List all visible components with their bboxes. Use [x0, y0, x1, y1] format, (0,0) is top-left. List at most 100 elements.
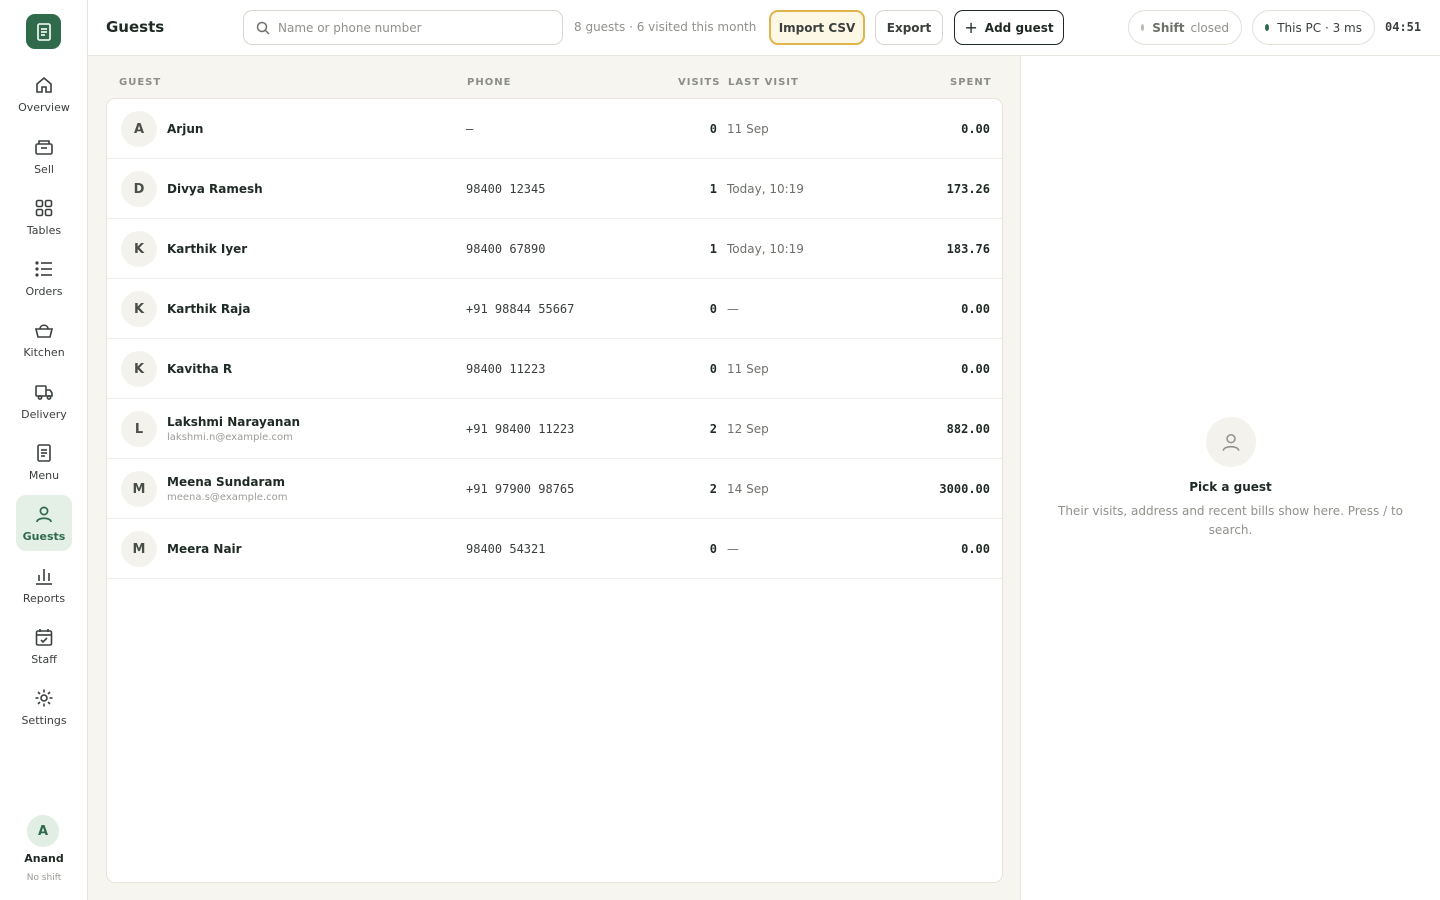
guest-summary: 8 guests · 6 visited this month [574, 20, 757, 34]
sidebar-item-delivery[interactable]: Delivery [16, 373, 72, 429]
sidebar-item-label: Delivery [21, 408, 67, 421]
sidebar-item-sell[interactable]: Sell [16, 128, 72, 184]
sidebar-item-staff[interactable]: Staff [16, 618, 72, 674]
column-header-guest[interactable]: GUEST [119, 77, 161, 88]
table-row[interactable]: A Arjun – 0 11 Sep 0.00 [107, 99, 1002, 159]
status-dot-icon [1141, 24, 1145, 31]
shift-status-pill[interactable]: Shift closed [1128, 10, 1242, 45]
sidebar-item-reports[interactable]: Reports [16, 557, 72, 613]
guest-visits: 0 [709, 302, 717, 316]
guest-spent: 0.00 [961, 362, 990, 376]
avatar[interactable]: A [27, 815, 59, 847]
grid-icon [33, 197, 55, 219]
guest-spent: 0.00 [961, 122, 990, 136]
guest-detail-panel: Pick a guest Their visits, address and r… [1021, 56, 1440, 900]
menu-document-icon [33, 442, 55, 464]
sidebar-item-label: Staff [31, 653, 57, 666]
guest-visits: 1 [709, 242, 717, 256]
search-input[interactable] [278, 20, 548, 35]
guest-name: Divya Ramesh [167, 182, 263, 196]
add-guest-button[interactable]: + Add guest [954, 10, 1064, 45]
guest-list-panel: GUEST PHONE VISITS LAST VISIT SPENT A Arj… [88, 56, 1021, 900]
bar-chart-icon [33, 565, 55, 587]
sidebar-item-menu[interactable]: Menu [16, 434, 72, 490]
column-header-spent[interactable]: SPENT [950, 77, 992, 88]
sidebar-item-overview[interactable]: Overview [16, 66, 72, 122]
empty-state-title: Pick a guest [1189, 480, 1272, 494]
column-header-last-visit[interactable]: LAST VISIT [728, 77, 799, 88]
sidebar-item-guests[interactable]: Guests [16, 495, 72, 551]
column-header-phone[interactable]: PHONE [467, 77, 511, 88]
guest-last-visit: — [727, 302, 739, 316]
basket-icon [33, 319, 55, 341]
table-row[interactable]: K Karthik Raja +91 98844 55667 0 — 0.00 [107, 279, 1002, 339]
import-csv-button[interactable]: Import CSV [769, 10, 865, 45]
guest-visits: 0 [709, 362, 717, 376]
sidebar: Overview Sell Tables Orders Kitchen Deli… [0, 0, 88, 900]
export-button[interactable]: Export [875, 10, 943, 45]
sidebar-item-label: Settings [21, 714, 67, 727]
delivery-truck-icon [33, 381, 55, 403]
guest-visits: 1 [709, 182, 717, 196]
receipt-icon [36, 22, 51, 41]
guest-avatar: D [121, 171, 157, 207]
guest-avatar: K [121, 351, 157, 387]
table-row[interactable]: K Kavitha R 98400 11223 0 11 Sep 0.00 [107, 339, 1002, 399]
user-icon [1206, 417, 1256, 467]
guest-name: Karthik Iyer [167, 242, 248, 256]
top-bar: Guests 8 guests · 6 visited this month I… [88, 0, 1440, 56]
guest-phone: 98400 67890 [466, 242, 546, 256]
empty-state-text: Their visits, address and recent bills s… [1058, 504, 1403, 537]
connection-status-pill[interactable]: This PC · 3 ms [1252, 10, 1375, 45]
plus-icon: + [964, 18, 978, 37]
sidebar-item-orders[interactable]: Orders [16, 250, 72, 306]
table-row[interactable]: K Karthik Iyer 98400 67890 1 Today, 10:19 183… [107, 219, 1002, 279]
app-logo[interactable] [26, 14, 61, 49]
guest-phone: 98400 12345 [466, 182, 546, 196]
status-dot-icon [1265, 24, 1270, 31]
guest-spent: 3000.00 [939, 482, 990, 496]
guest-spent: 173.26 [946, 182, 990, 196]
sidebar-item-label: Guests [22, 530, 66, 543]
table-row[interactable]: D Divya Ramesh 98400 12345 1 Today, 10:19 173… [107, 159, 1002, 219]
guest-phone: 98400 11223 [466, 362, 546, 376]
sidebar-item-label: Menu [28, 469, 60, 482]
sidebar-item-label: Tables [26, 224, 62, 237]
guest-last-visit: 12 Sep [727, 422, 769, 436]
table-row[interactable]: M Meena Sundaram meena.s@example.com +91 97… [107, 459, 1002, 519]
sidebar-item-label: Overview [18, 101, 70, 114]
shift-label: Shift [1152, 20, 1185, 35]
guest-last-visit: 11 Sep [727, 122, 769, 136]
guest-avatar: A [121, 111, 157, 147]
guest-name: Meena Sundaram [167, 475, 285, 489]
sidebar-item-kitchen[interactable]: Kitchen [16, 311, 72, 367]
guest-name: Kavitha R [167, 362, 233, 376]
sidebar-item-label: Reports [22, 592, 66, 605]
guest-name: Lakshmi Narayanan [167, 415, 301, 429]
guest-visits: 2 [709, 422, 717, 436]
table-row[interactable]: L Lakshmi Narayanan lakshmi.n@example.com +… [107, 399, 1002, 459]
sidebar-item-tables[interactable]: Tables [16, 189, 72, 245]
guest-avatar: K [121, 231, 157, 267]
guest-spent: 882.00 [946, 422, 990, 436]
register-icon [33, 136, 55, 158]
guest-avatar: K [121, 291, 157, 327]
guest-last-visit: — [727, 542, 739, 556]
search-box[interactable] [243, 10, 563, 45]
shift-value: closed [1190, 20, 1229, 35]
guest-phone: +91 98400 11223 [466, 422, 575, 436]
guest-avatar: M [121, 471, 157, 507]
user-name: Anand [24, 852, 64, 865]
guest-last-visit: Today, 10:19 [727, 242, 804, 256]
calendar-check-icon [33, 626, 55, 648]
sidebar-item-label: Orders [25, 285, 63, 298]
guest-spent: 183.76 [946, 242, 990, 256]
guest-spent: 0.00 [961, 542, 990, 556]
sidebar-item-settings[interactable]: Settings [16, 679, 72, 735]
column-header-visits[interactable]: VISITS [678, 77, 720, 88]
list-icon [33, 258, 55, 280]
guest-phone: – [466, 122, 474, 136]
table-row[interactable]: M Meera Nair 98400 54321 0 — 0.00 [107, 519, 1002, 579]
guest-phone: +91 98844 55667 [466, 302, 575, 316]
guest-avatar: L [121, 411, 157, 447]
